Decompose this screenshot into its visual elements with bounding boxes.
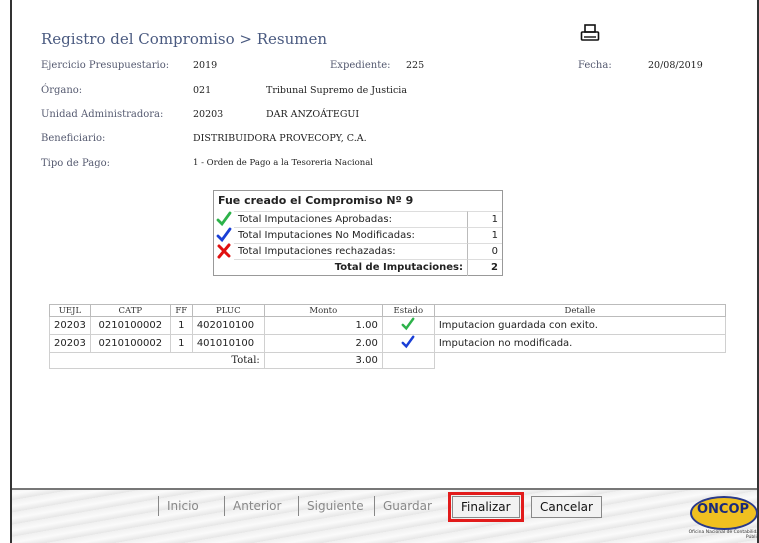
logo-text: ONCOP: [696, 502, 750, 517]
imputaciones-table: UEJL CATP FF PLUC Monto Estado Detalle 2…: [49, 304, 727, 369]
ejercicio-value: 2019: [193, 60, 218, 71]
summary-box: Fue creado el Compromiso Nº 9 Total Impu…: [213, 190, 503, 276]
unidad-code: 20203: [193, 109, 224, 120]
col-header-pluc: PLUC: [191, 304, 265, 317]
cell-monto: 1.00: [263, 316, 383, 335]
beneficiario-label: Beneficiario:: [41, 133, 106, 144]
cell-estado: [381, 316, 435, 335]
summary-total-row: Total de Imputaciones: 2: [214, 258, 502, 276]
table-row: 20203 0210100002 1 402010100 1.00 Imputa…: [49, 316, 727, 335]
cell-uejl: 20203: [49, 334, 91, 353]
logo-subtitle: Oficina Nacional de Contabilidad Pública: [688, 530, 759, 540]
summary-row: Total Imputaciones rechazadas: 0: [214, 242, 502, 260]
summary-row-value: 1: [468, 210, 502, 228]
cell-catp: 0210100002: [89, 334, 171, 353]
expediente-value: 225: [406, 60, 425, 71]
cell-pluc: 401010100: [191, 334, 265, 353]
beneficiario-value: DISTRIBUIDORA PROVECOPY, C.A.: [193, 133, 367, 144]
page-title: Registro del Compromiso > Resumen: [41, 30, 327, 48]
summary-row: Total Imputaciones No Modificadas: 1: [214, 226, 502, 244]
col-header-catp: CATP: [89, 304, 171, 317]
red-x-icon: [217, 243, 231, 259]
cell-detalle: Imputacion no modificada.: [433, 334, 727, 353]
cell-pluc: 402010100: [191, 316, 265, 335]
fecha-value: 20/08/2019: [648, 60, 703, 71]
organo-code: 021: [193, 85, 212, 96]
green-check-icon: [401, 317, 415, 331]
anterior-button[interactable]: Anterior: [224, 496, 289, 516]
summary-title: Fue creado el Compromiso Nº 9: [218, 194, 414, 207]
finalizar-button[interactable]: Finalizar: [448, 492, 524, 522]
organo-name: Tribunal Supremo de Justicia: [266, 85, 407, 96]
organo-label: Órgano:: [41, 85, 83, 96]
summary-row-value: 1: [468, 226, 502, 244]
col-header-ff: FF: [169, 304, 193, 317]
cell-estado: [381, 334, 435, 353]
table-row: 20203 0210100002 1 401010100 2.00 Imputa…: [49, 334, 727, 353]
summary-row-label: Total Imputaciones Aprobadas:: [234, 210, 468, 228]
expediente-label: Expediente:: [330, 60, 391, 71]
printer-icon[interactable]: [580, 24, 600, 44]
unidad-name: DAR ANZOÁTEGUI: [266, 109, 360, 120]
table-total-value: 3.00: [263, 352, 383, 369]
cell-catp: 0210100002: [89, 316, 171, 335]
cell-monto: 2.00: [263, 334, 383, 353]
summary-total-label: Total de Imputaciones:: [234, 258, 468, 276]
summary-row: Total Imputaciones Aprobadas: 1: [214, 210, 502, 228]
bottom-toolbar: Inicio Anterior Siguiente Guardar Finali…: [12, 488, 759, 543]
blue-check-icon: [216, 227, 232, 243]
oncop-logo: ONCOP Oficina Nacional de Contabilidad P…: [680, 492, 759, 540]
guardar-button[interactable]: Guardar: [374, 496, 440, 516]
col-header-monto: Monto: [263, 304, 383, 317]
green-check-icon: [216, 211, 232, 227]
summary-row-label: Total Imputaciones rechazadas:: [234, 242, 468, 260]
siguiente-button[interactable]: Siguiente: [298, 496, 372, 516]
col-header-uejl: UEJL: [49, 304, 91, 317]
summary-row-label: Total Imputaciones No Modificadas:: [234, 226, 468, 244]
unidad-label: Unidad Administradora:: [41, 109, 164, 120]
summary-row-value: 0: [468, 242, 502, 260]
cell-ff: 1: [169, 334, 193, 353]
cell-detalle: Imputacion guardada con exito.: [433, 316, 727, 335]
cell-uejl: 20203: [49, 316, 91, 335]
table-total-label: Total:: [49, 352, 265, 369]
tipo-pago-value: 1 - Orden de Pago a la Tesoreria Naciona…: [193, 158, 373, 168]
tipo-pago-label: Tipo de Pago:: [41, 158, 110, 169]
inicio-button[interactable]: Inicio: [158, 496, 207, 516]
col-header-estado: Estado: [381, 304, 435, 317]
table-header-row: UEJL CATP FF PLUC Monto Estado Detalle: [49, 304, 727, 317]
fecha-label: Fecha:: [578, 60, 612, 71]
cell-ff: 1: [169, 316, 193, 335]
summary-total-value: 2: [468, 258, 502, 276]
table-total-row: Total: 3.00: [49, 352, 726, 369]
ejercicio-label: Ejercicio Presupuestario:: [41, 60, 170, 71]
cancelar-button[interactable]: Cancelar: [531, 496, 602, 518]
blue-check-icon: [401, 335, 415, 349]
col-header-detalle: Detalle: [433, 304, 727, 317]
